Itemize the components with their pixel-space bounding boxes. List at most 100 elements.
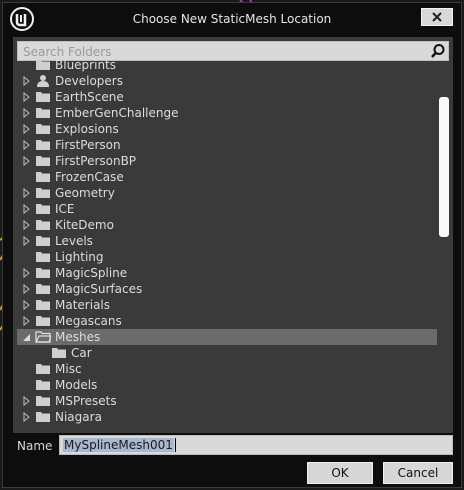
choose-location-dialog: Choose New StaticMesh Location Search Fo…	[2, 2, 462, 488]
collapsed-arrow-icon[interactable]	[23, 220, 31, 230]
collapsed-arrow-icon[interactable]	[23, 268, 31, 278]
name-input-value: MySplineMesh001	[63, 438, 174, 452]
folder-icon	[36, 284, 50, 294]
tree-item-label: ICE	[55, 202, 75, 216]
tree-item-label: MSPresets	[55, 394, 117, 408]
tree-item-firstperson[interactable]: FirstPerson	[17, 137, 437, 153]
collapsed-arrow-icon[interactable]	[23, 204, 31, 214]
tree-item-label: Blueprints	[55, 59, 117, 72]
collapsed-arrow-icon[interactable]	[23, 316, 31, 326]
folder-icon	[36, 380, 50, 390]
tree-item-label: MagicSurfaces	[55, 282, 143, 296]
tree-item-label: MagicSpline	[55, 266, 128, 280]
name-input[interactable]: MySplineMesh001	[59, 435, 453, 455]
collapsed-arrow-icon[interactable]	[23, 140, 31, 150]
tree-item-label: Materials	[55, 298, 111, 312]
folder-icon	[36, 92, 50, 102]
collapsed-arrow-icon[interactable]	[23, 236, 31, 246]
text-caret	[175, 438, 176, 452]
tree-item-car[interactable]: Car	[17, 345, 437, 361]
folder-icon	[36, 172, 50, 182]
tree-item-geometry[interactable]: Geometry	[17, 185, 437, 201]
tree-item-embergenchallenge[interactable]: EmberGenChallenge	[17, 105, 437, 121]
tree-item-materials[interactable]: Materials	[17, 297, 437, 313]
search-folders-input[interactable]: Search Folders	[17, 41, 449, 61]
tree-item-label: Explosions	[55, 122, 119, 136]
user-icon	[37, 75, 49, 87]
ok-button[interactable]: OK	[307, 462, 373, 484]
folder-icon	[36, 220, 50, 230]
cancel-button[interactable]: Cancel	[383, 462, 453, 484]
collapsed-arrow-icon[interactable]	[23, 284, 31, 294]
tree-item-label: Levels	[55, 234, 93, 248]
tree-item-label: FirstPersonBP	[55, 154, 137, 168]
folder-icon	[36, 412, 50, 422]
tree-item-misc[interactable]: Misc	[17, 361, 437, 377]
tree-item-label: Geometry	[55, 186, 115, 200]
tree-item-models[interactable]: Models	[17, 377, 437, 393]
folder-icon	[36, 124, 50, 134]
folder-icon	[36, 156, 50, 166]
tree-item-magicspline[interactable]: MagicSpline	[17, 265, 437, 281]
folder-open-icon	[35, 331, 51, 343]
tree-item-developers[interactable]: Developers	[17, 73, 437, 89]
tree-item-levels[interactable]: Levels	[17, 233, 437, 249]
collapsed-arrow-icon[interactable]	[23, 300, 31, 310]
folder-tree: Blueprints Developers EarthScene EmberGenCh…	[13, 59, 453, 429]
folder-icon	[52, 348, 66, 358]
tree-item-kitedemo[interactable]: KiteDemo	[17, 217, 437, 233]
collapsed-arrow-icon[interactable]	[23, 92, 31, 102]
name-label: Name	[17, 439, 53, 453]
collapsed-arrow-icon[interactable]	[23, 76, 31, 86]
folder-icon	[36, 252, 50, 262]
folder-icon	[36, 396, 50, 406]
tree-item-label: Models	[55, 378, 98, 392]
collapsed-arrow-icon[interactable]	[23, 108, 31, 118]
folder-icon	[36, 140, 50, 150]
tree-item-mspresets[interactable]: MSPresets	[17, 393, 437, 409]
folder-icon	[36, 364, 50, 374]
expanded-arrow-icon[interactable]	[23, 332, 31, 342]
search-placeholder: Search Folders	[23, 45, 112, 59]
tree-item-label: Lighting	[55, 250, 104, 264]
tree-item-frozencase[interactable]: FrozenCase	[17, 169, 437, 185]
folder-icon	[36, 188, 50, 198]
collapsed-arrow-icon[interactable]	[23, 396, 31, 406]
collapsed-arrow-icon[interactable]	[23, 156, 31, 166]
close-icon	[432, 12, 442, 22]
tree-item-explosions[interactable]: Explosions	[17, 121, 437, 137]
collapsed-arrow-icon[interactable]	[23, 124, 31, 134]
tree-item-label: Megascans	[55, 314, 122, 328]
dialog-title: Choose New StaticMesh Location	[132, 12, 332, 26]
tree-item-blueprints[interactable]: Blueprints	[17, 59, 437, 73]
tree-item-label: Developers	[55, 74, 123, 88]
tree-item-earthscene[interactable]: EarthScene	[17, 89, 437, 105]
close-button[interactable]	[421, 8, 453, 26]
tree-scrollbar[interactable]	[439, 97, 449, 237]
tree-item-label: FirstPerson	[55, 138, 121, 152]
tree-item-niagara[interactable]: Niagara	[17, 409, 437, 425]
tree-item-label: KiteDemo	[55, 218, 114, 232]
tree-item-label: Misc	[55, 362, 82, 376]
tree-item-label: EmberGenChallenge	[55, 106, 179, 120]
tree-item-firstpersonbp[interactable]: FirstPersonBP	[17, 153, 437, 169]
folder-icon	[36, 60, 50, 70]
title-bar[interactable]: Choose New StaticMesh Location	[3, 3, 461, 35]
collapsed-arrow-icon[interactable]	[23, 188, 31, 198]
tree-item-label: EarthScene	[55, 90, 124, 104]
folder-icon	[36, 316, 50, 326]
tree-item-label: Meshes	[55, 330, 101, 344]
search-icon[interactable]	[430, 43, 446, 59]
tree-item-magicsurfaces[interactable]: MagicSurfaces	[17, 281, 437, 297]
folder-icon	[36, 204, 50, 214]
folder-icon	[36, 268, 50, 278]
tree-item-label: FrozenCase	[55, 170, 124, 184]
tree-item-ice[interactable]: ICE	[17, 201, 437, 217]
collapsed-arrow-icon[interactable]	[23, 412, 31, 422]
tree-item-meshes[interactable]: Meshes	[17, 329, 437, 345]
tree-item-megascans[interactable]: Megascans	[17, 313, 437, 329]
tree-item-lighting[interactable]: Lighting	[17, 249, 437, 265]
tree-item-label: Car	[71, 346, 92, 360]
tree-item-label: Niagara	[55, 410, 102, 424]
folder-icon	[36, 108, 50, 118]
